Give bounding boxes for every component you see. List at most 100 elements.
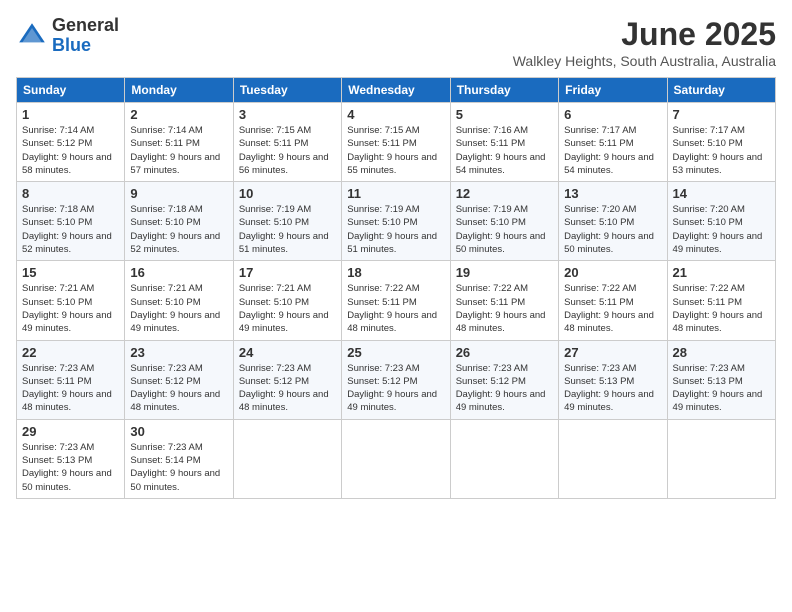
calendar-cell: 26 Sunrise: 7:23 AMSunset: 5:12 PMDaylig… — [450, 340, 558, 419]
title-area: June 2025 Walkley Heights, South Austral… — [513, 16, 776, 69]
day-detail: Sunrise: 7:14 AMSunset: 5:11 PMDaylight:… — [130, 125, 220, 176]
calendar-cell: 14 Sunrise: 7:20 AMSunset: 5:10 PMDaylig… — [667, 182, 775, 261]
calendar-cell: 8 Sunrise: 7:18 AMSunset: 5:10 PMDayligh… — [17, 182, 125, 261]
day-number: 23 — [130, 345, 227, 360]
day-detail: Sunrise: 7:22 AMSunset: 5:11 PMDaylight:… — [456, 283, 546, 334]
week-row-3: 15 Sunrise: 7:21 AMSunset: 5:10 PMDaylig… — [17, 261, 776, 340]
calendar-cell: 28 Sunrise: 7:23 AMSunset: 5:13 PMDaylig… — [667, 340, 775, 419]
day-detail: Sunrise: 7:22 AMSunset: 5:11 PMDaylight:… — [564, 283, 654, 334]
day-number: 9 — [130, 186, 227, 201]
calendar-table: SundayMondayTuesdayWednesdayThursdayFrid… — [16, 77, 776, 499]
day-detail: Sunrise: 7:18 AMSunset: 5:10 PMDaylight:… — [22, 204, 112, 255]
logo: General Blue — [16, 16, 119, 56]
calendar-cell: 24 Sunrise: 7:23 AMSunset: 5:12 PMDaylig… — [233, 340, 341, 419]
calendar-cell: 29 Sunrise: 7:23 AMSunset: 5:13 PMDaylig… — [17, 419, 125, 498]
calendar-cell: 7 Sunrise: 7:17 AMSunset: 5:10 PMDayligh… — [667, 103, 775, 182]
week-row-4: 22 Sunrise: 7:23 AMSunset: 5:11 PMDaylig… — [17, 340, 776, 419]
calendar-cell: 6 Sunrise: 7:17 AMSunset: 5:11 PMDayligh… — [559, 103, 667, 182]
day-number: 15 — [22, 265, 119, 280]
calendar-cell: 18 Sunrise: 7:22 AMSunset: 5:11 PMDaylig… — [342, 261, 450, 340]
day-number: 22 — [22, 345, 119, 360]
calendar-cell: 20 Sunrise: 7:22 AMSunset: 5:11 PMDaylig… — [559, 261, 667, 340]
week-row-2: 8 Sunrise: 7:18 AMSunset: 5:10 PMDayligh… — [17, 182, 776, 261]
day-number: 11 — [347, 186, 444, 201]
header-row: SundayMondayTuesdayWednesdayThursdayFrid… — [17, 78, 776, 103]
header-monday: Monday — [125, 78, 233, 103]
day-number: 21 — [673, 265, 770, 280]
day-detail: Sunrise: 7:22 AMSunset: 5:11 PMDaylight:… — [347, 283, 437, 334]
calendar-cell — [559, 419, 667, 498]
header-thursday: Thursday — [450, 78, 558, 103]
day-number: 18 — [347, 265, 444, 280]
day-number: 19 — [456, 265, 553, 280]
calendar-cell: 22 Sunrise: 7:23 AMSunset: 5:11 PMDaylig… — [17, 340, 125, 419]
day-detail: Sunrise: 7:23 AMSunset: 5:12 PMDaylight:… — [130, 363, 220, 414]
location-title: Walkley Heights, South Australia, Austra… — [513, 53, 776, 69]
day-detail: Sunrise: 7:21 AMSunset: 5:10 PMDaylight:… — [130, 283, 220, 334]
header-saturday: Saturday — [667, 78, 775, 103]
day-detail: Sunrise: 7:20 AMSunset: 5:10 PMDaylight:… — [673, 204, 763, 255]
calendar-cell: 16 Sunrise: 7:21 AMSunset: 5:10 PMDaylig… — [125, 261, 233, 340]
day-number: 3 — [239, 107, 336, 122]
day-detail: Sunrise: 7:19 AMSunset: 5:10 PMDaylight:… — [456, 204, 546, 255]
header-sunday: Sunday — [17, 78, 125, 103]
day-number: 26 — [456, 345, 553, 360]
day-detail: Sunrise: 7:19 AMSunset: 5:10 PMDaylight:… — [239, 204, 329, 255]
calendar-cell — [233, 419, 341, 498]
calendar-cell — [450, 419, 558, 498]
day-detail: Sunrise: 7:15 AMSunset: 5:11 PMDaylight:… — [347, 125, 437, 176]
day-number: 2 — [130, 107, 227, 122]
day-number: 16 — [130, 265, 227, 280]
calendar-cell: 13 Sunrise: 7:20 AMSunset: 5:10 PMDaylig… — [559, 182, 667, 261]
day-number: 12 — [456, 186, 553, 201]
week-row-1: 1 Sunrise: 7:14 AMSunset: 5:12 PMDayligh… — [17, 103, 776, 182]
day-detail: Sunrise: 7:23 AMSunset: 5:13 PMDaylight:… — [22, 442, 112, 493]
calendar-cell: 23 Sunrise: 7:23 AMSunset: 5:12 PMDaylig… — [125, 340, 233, 419]
day-number: 17 — [239, 265, 336, 280]
day-detail: Sunrise: 7:17 AMSunset: 5:11 PMDaylight:… — [564, 125, 654, 176]
day-number: 7 — [673, 107, 770, 122]
day-number: 1 — [22, 107, 119, 122]
calendar-cell: 12 Sunrise: 7:19 AMSunset: 5:10 PMDaylig… — [450, 182, 558, 261]
day-number: 29 — [22, 424, 119, 439]
header-tuesday: Tuesday — [233, 78, 341, 103]
day-detail: Sunrise: 7:17 AMSunset: 5:10 PMDaylight:… — [673, 125, 763, 176]
calendar-cell: 27 Sunrise: 7:23 AMSunset: 5:13 PMDaylig… — [559, 340, 667, 419]
day-number: 25 — [347, 345, 444, 360]
day-detail: Sunrise: 7:23 AMSunset: 5:11 PMDaylight:… — [22, 363, 112, 414]
calendar-cell: 10 Sunrise: 7:19 AMSunset: 5:10 PMDaylig… — [233, 182, 341, 261]
day-detail: Sunrise: 7:23 AMSunset: 5:13 PMDaylight:… — [564, 363, 654, 414]
day-number: 27 — [564, 345, 661, 360]
calendar-cell: 1 Sunrise: 7:14 AMSunset: 5:12 PMDayligh… — [17, 103, 125, 182]
day-number: 14 — [673, 186, 770, 201]
day-detail: Sunrise: 7:14 AMSunset: 5:12 PMDaylight:… — [22, 125, 112, 176]
day-detail: Sunrise: 7:23 AMSunset: 5:14 PMDaylight:… — [130, 442, 220, 493]
header-wednesday: Wednesday — [342, 78, 450, 103]
calendar-cell: 19 Sunrise: 7:22 AMSunset: 5:11 PMDaylig… — [450, 261, 558, 340]
day-detail: Sunrise: 7:23 AMSunset: 5:13 PMDaylight:… — [673, 363, 763, 414]
day-detail: Sunrise: 7:21 AMSunset: 5:10 PMDaylight:… — [239, 283, 329, 334]
calendar-cell: 11 Sunrise: 7:19 AMSunset: 5:10 PMDaylig… — [342, 182, 450, 261]
day-number: 20 — [564, 265, 661, 280]
calendar-cell: 17 Sunrise: 7:21 AMSunset: 5:10 PMDaylig… — [233, 261, 341, 340]
day-number: 30 — [130, 424, 227, 439]
day-detail: Sunrise: 7:18 AMSunset: 5:10 PMDaylight:… — [130, 204, 220, 255]
header-friday: Friday — [559, 78, 667, 103]
day-number: 24 — [239, 345, 336, 360]
day-detail: Sunrise: 7:19 AMSunset: 5:10 PMDaylight:… — [347, 204, 437, 255]
day-detail: Sunrise: 7:23 AMSunset: 5:12 PMDaylight:… — [456, 363, 546, 414]
month-title: June 2025 — [513, 16, 776, 53]
calendar-cell: 4 Sunrise: 7:15 AMSunset: 5:11 PMDayligh… — [342, 103, 450, 182]
day-detail: Sunrise: 7:22 AMSunset: 5:11 PMDaylight:… — [673, 283, 763, 334]
day-number: 10 — [239, 186, 336, 201]
day-detail: Sunrise: 7:20 AMSunset: 5:10 PMDaylight:… — [564, 204, 654, 255]
calendar-cell: 2 Sunrise: 7:14 AMSunset: 5:11 PMDayligh… — [125, 103, 233, 182]
calendar-cell: 21 Sunrise: 7:22 AMSunset: 5:11 PMDaylig… — [667, 261, 775, 340]
day-detail: Sunrise: 7:21 AMSunset: 5:10 PMDaylight:… — [22, 283, 112, 334]
day-detail: Sunrise: 7:23 AMSunset: 5:12 PMDaylight:… — [239, 363, 329, 414]
day-detail: Sunrise: 7:23 AMSunset: 5:12 PMDaylight:… — [347, 363, 437, 414]
calendar-cell — [342, 419, 450, 498]
day-number: 4 — [347, 107, 444, 122]
logo-text: General Blue — [52, 16, 119, 56]
day-number: 6 — [564, 107, 661, 122]
